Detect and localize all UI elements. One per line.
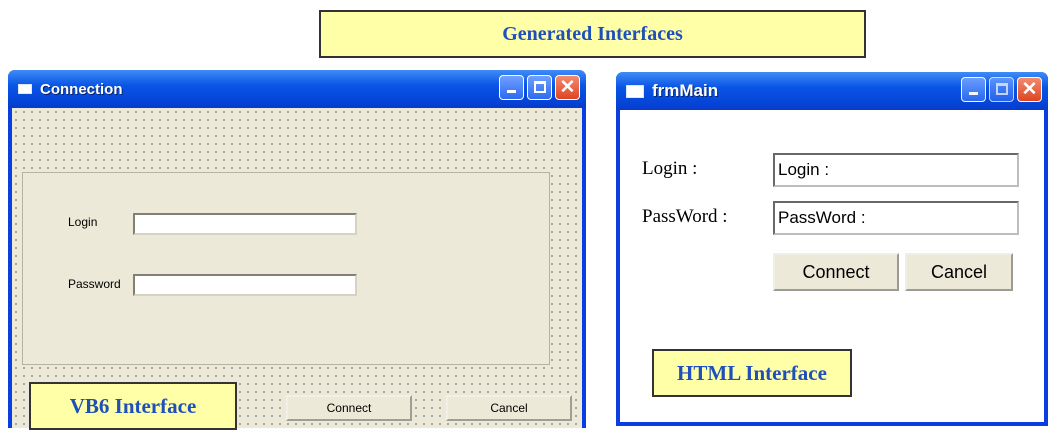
vb6-password-input[interactable] xyxy=(133,274,357,296)
vb6-login-input[interactable] xyxy=(133,213,357,235)
vb6-cancel-button[interactable]: Cancel xyxy=(446,395,572,421)
html-window-title: frmMain xyxy=(652,81,719,100)
maximize-icon[interactable] xyxy=(989,77,1014,102)
html-login-label: Login : xyxy=(642,158,698,179)
vb6-title-bar[interactable]: Connection ✕ xyxy=(8,70,586,108)
window-icon xyxy=(18,84,32,94)
minimize-icon[interactable] xyxy=(961,77,986,102)
vb6-password-label: Password xyxy=(68,277,121,291)
close-icon[interactable]: ✕ xyxy=(555,75,580,100)
vb6-login-frame: Login Password xyxy=(22,172,550,365)
vb6-login-label: Login xyxy=(68,215,98,229)
vb6-connect-button[interactable]: Connect xyxy=(286,395,412,421)
html-password-input[interactable] xyxy=(773,201,1019,235)
html-title-bar[interactable]: frmMain ✕ xyxy=(616,72,1048,110)
html-cancel-button[interactable]: Cancel xyxy=(905,253,1013,291)
html-connect-button[interactable]: Connect xyxy=(773,253,899,291)
html-password-label: PassWord : xyxy=(642,206,728,227)
html-login-input[interactable] xyxy=(773,153,1019,187)
vb6-form-surface: Login Password VB6 Interface Connect Can… xyxy=(12,108,582,430)
vb6-connection-window: Connection ✕ Login Password VB6 Interfac… xyxy=(8,70,586,430)
html-frmmain-window: frmMain ✕ Login : PassWord : Connect Can… xyxy=(616,72,1048,426)
html-interface-caption: HTML Interface xyxy=(652,349,852,397)
minimize-icon[interactable] xyxy=(499,75,524,100)
window-icon xyxy=(626,84,644,98)
html-form-surface: Login : PassWord : Connect Cancel HTML I… xyxy=(620,110,1044,422)
generated-interfaces-banner: Generated Interfaces xyxy=(319,10,866,58)
maximize-icon[interactable] xyxy=(527,75,552,100)
close-icon[interactable]: ✕ xyxy=(1017,77,1042,102)
vb6-interface-caption: VB6 Interface xyxy=(29,382,237,430)
vb6-window-title: Connection xyxy=(40,80,123,98)
